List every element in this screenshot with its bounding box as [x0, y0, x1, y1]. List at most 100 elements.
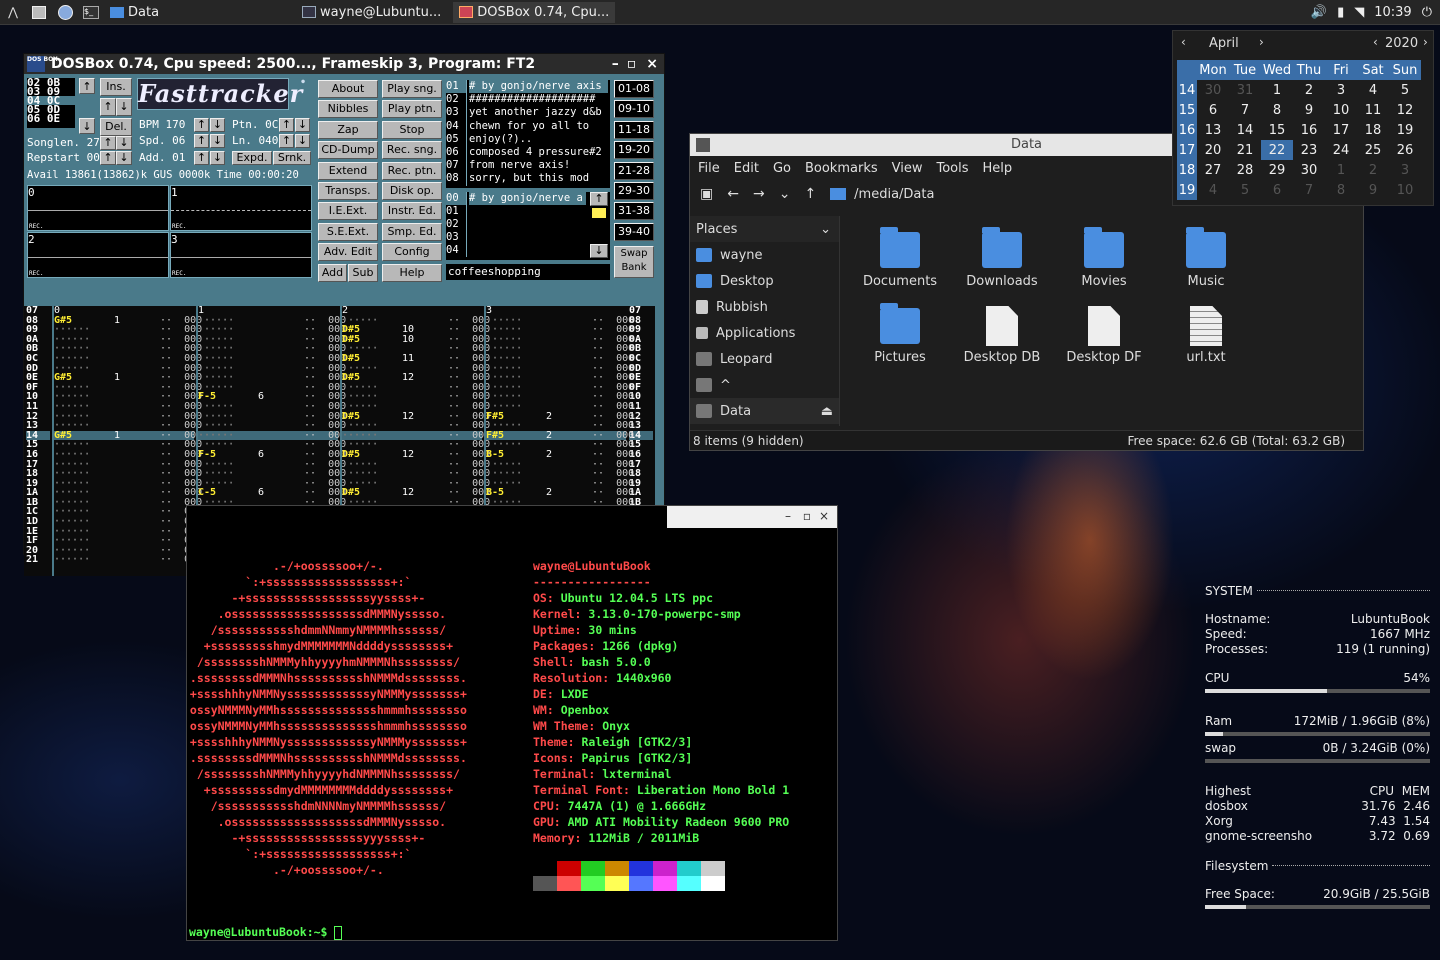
file-item-downloads[interactable]: Downloads: [952, 226, 1052, 289]
calendar-day[interactable]: 6: [1197, 100, 1229, 120]
instrument-list[interactable]: 01 02 03 04 05 06 07 08 # by gonjo/nerve axis ##…: [446, 80, 610, 188]
menu-tools[interactable]: Tools: [936, 161, 968, 176]
calendar-day[interactable]: 6: [1261, 180, 1293, 200]
calendar-day[interactable]: 5: [1229, 180, 1261, 200]
spd-up-button[interactable]: ↑: [194, 134, 209, 148]
repstart-down-button[interactable]: ↓: [116, 151, 132, 165]
adv-edit-button[interactable]: Adv. Edit: [318, 243, 378, 261]
rec-song-button[interactable]: Rec. sng.: [382, 141, 442, 159]
next-month-chevron-icon[interactable]: ›: [1259, 35, 1264, 49]
transps-button[interactable]: Transps.: [318, 182, 378, 200]
place-leopard[interactable]: Leopard: [690, 346, 839, 372]
add-button[interactable]: Add: [318, 264, 347, 282]
sample-scroll-up-button[interactable]: ↑: [590, 192, 608, 206]
ptn-down-button[interactable]: ↓: [295, 118, 310, 132]
sample-scroll-down-button[interactable]: ↓: [590, 244, 608, 258]
calendar-day[interactable]: 10: [1389, 180, 1421, 200]
calendar-day[interactable]: 24: [1325, 140, 1357, 160]
menu-file[interactable]: File: [698, 161, 720, 176]
close-icon[interactable]: ×: [640, 56, 664, 72]
taskbar-task-dosbox[interactable]: DOSBox 0.74, Cpu...: [453, 1, 616, 23]
file-item-desktop-df[interactable]: Desktop DF: [1054, 302, 1154, 365]
calendar-day[interactable]: 7: [1293, 180, 1325, 200]
bank-19-20[interactable]: 19-20: [614, 141, 654, 159]
ln-down-button[interactable]: ↓: [295, 134, 310, 148]
calendar-day[interactable]: 14: [1229, 120, 1261, 140]
calendar-day[interactable]: 21: [1229, 140, 1261, 160]
menu-help[interactable]: Help: [983, 161, 1013, 176]
bank-21-28[interactable]: 21-28: [614, 162, 654, 180]
menu-edit[interactable]: Edit: [734, 161, 759, 176]
pos-up-button[interactable]: ↑: [100, 98, 116, 116]
new-tab-icon[interactable]: ▣: [700, 186, 713, 202]
se-ext-button[interactable]: S.E.Ext.: [318, 223, 378, 241]
spd-down-button[interactable]: ↓: [210, 134, 225, 148]
cd-dump-button[interactable]: CD-Dump: [318, 141, 378, 159]
config-button[interactable]: Config: [382, 243, 442, 261]
calendar-day[interactable]: 23: [1293, 140, 1325, 160]
calendar-day[interactable]: 30: [1197, 80, 1229, 100]
calendar-day[interactable]: 9: [1357, 180, 1389, 200]
play-pattern-button[interactable]: Play ptn.: [382, 100, 442, 118]
ln-up-button[interactable]: ↑: [279, 134, 294, 148]
calendar-day[interactable]: 19: [1389, 120, 1421, 140]
instr-ed-button[interactable]: Instr. Ed.: [382, 202, 442, 220]
prev-month-chevron-icon[interactable]: ‹: [1181, 35, 1186, 49]
back-arrow-icon[interactable]: ←: [727, 186, 739, 202]
terminal-titlebar[interactable]: – ▫ ×: [667, 506, 837, 528]
dosbox-titlebar[interactable]: DOS BOX DOSBox 0.74, Cpu speed: 2500...,…: [24, 54, 664, 74]
calendar-day[interactable]: 5: [1389, 80, 1421, 100]
close-icon[interactable]: ×: [819, 509, 829, 523]
file-item-documents[interactable]: Documents: [850, 226, 950, 289]
bank-29-30[interactable]: 29-30: [614, 182, 654, 200]
taskbar-task-data[interactable]: Data: [104, 2, 165, 23]
volume-icon[interactable]: 🔊: [1311, 5, 1327, 20]
calendar-day[interactable]: 2: [1293, 80, 1325, 100]
menu-go[interactable]: Go: [773, 161, 791, 176]
songlen-down-button[interactable]: ↓: [116, 136, 132, 150]
file-item-desktop-db[interactable]: Desktop DB: [952, 302, 1052, 365]
calendar-day[interactable]: 29: [1261, 160, 1293, 180]
calendar-day[interactable]: 2: [1357, 160, 1389, 180]
help-button[interactable]: Help: [382, 264, 442, 282]
nibbles-button[interactable]: Nibbles: [318, 100, 378, 118]
extend-button[interactable]: Extend: [318, 162, 378, 180]
disk-op-button[interactable]: Disk op.: [382, 182, 442, 200]
file-item-movies[interactable]: Movies: [1054, 226, 1154, 289]
place-caret[interactable]: ^: [690, 372, 839, 398]
calendar-day[interactable]: 9: [1293, 100, 1325, 120]
bank-11-18[interactable]: 11-18: [614, 121, 654, 139]
file-item-music[interactable]: Music: [1156, 226, 1256, 289]
collapse-chevron-icon[interactable]: ⌄: [820, 222, 831, 237]
place-data[interactable]: Data ⏏: [690, 398, 839, 424]
sample-scrollbar-thumb[interactable]: [592, 208, 606, 218]
stop-button[interactable]: Stop: [382, 121, 442, 139]
calendar-day[interactable]: 10: [1325, 100, 1357, 120]
calendar-day[interactable]: 27: [1197, 160, 1229, 180]
lubuntu-menu-icon[interactable]: ⋀: [4, 3, 22, 21]
calendar-day[interactable]: 26: [1389, 140, 1421, 160]
calendar-day[interactable]: 18: [1357, 120, 1389, 140]
play-song-button[interactable]: Play sng.: [382, 80, 442, 98]
calendar-day[interactable]: 30: [1293, 160, 1325, 180]
logout-icon[interactable]: ⏻: [1422, 5, 1432, 20]
file-item-url-txt[interactable]: url.txt: [1156, 302, 1256, 365]
calendar-day[interactable]: 1: [1325, 160, 1357, 180]
calendar-day[interactable]: 7: [1229, 100, 1261, 120]
rec-pattern-button[interactable]: Rec. ptn.: [382, 162, 442, 180]
about-button[interactable]: About: [318, 80, 378, 98]
bank-09-10[interactable]: 09-10: [614, 100, 654, 118]
calendar-day[interactable]: 28: [1229, 160, 1261, 180]
sample-list[interactable]: 00 01 02 03 04 # by gonjo/nerve a: [446, 192, 610, 260]
zap-button[interactable]: Zap: [318, 121, 378, 139]
sub-button[interactable]: Sub: [348, 264, 378, 282]
eject-icon[interactable]: ⏏: [821, 404, 839, 419]
menu-bookmarks[interactable]: Bookmarks: [805, 161, 878, 176]
repstart-up-button[interactable]: ↑: [100, 151, 116, 165]
ie-ext-button[interactable]: I.E.Ext.: [318, 202, 378, 220]
calendar-day[interactable]: 22: [1261, 140, 1293, 160]
battery-icon[interactable]: ▮: [1337, 5, 1344, 20]
calendar-day[interactable]: 12: [1389, 100, 1421, 120]
calendar-day[interactable]: 15: [1261, 120, 1293, 140]
bpm-down-button[interactable]: ↓: [210, 118, 225, 132]
